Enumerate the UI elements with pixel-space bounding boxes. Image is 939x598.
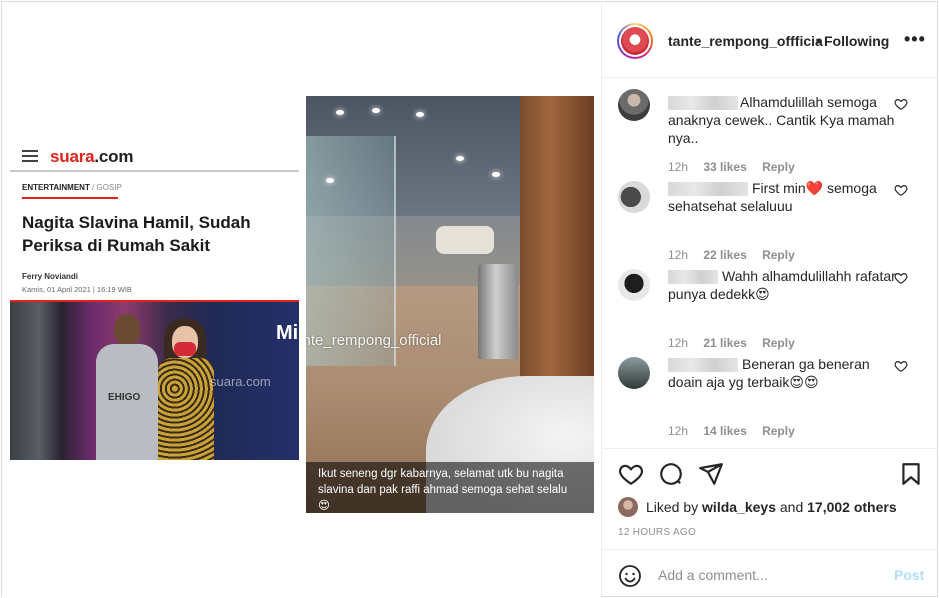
article-photo: Mi EHIGO suara.com (10, 302, 299, 460)
comments-list[interactable]: Alhamdulillah semoga anaknya cewek.. Can… (602, 79, 938, 448)
more-options-icon[interactable]: ••• (904, 29, 926, 50)
instagram-post-modal: suara.com ENTERTAINMENT / GOSIP Nagita S… (1, 1, 938, 598)
comment-like-heart-icon[interactable] (894, 183, 908, 197)
video-frame: tante_rempong_official Ikut seneng dgr k… (306, 96, 594, 513)
following-button[interactable]: Following (824, 33, 889, 49)
comment-like-heart-icon[interactable] (894, 97, 908, 111)
news-article-screenshot: suara.com ENTERTAINMENT / GOSIP Nagita S… (10, 139, 299, 460)
comment-time: 12h (668, 424, 689, 438)
commenter-avatar[interactable] (618, 181, 650, 213)
comment-meta: 12h 33 likes Reply (668, 160, 807, 174)
post-media[interactable]: suara.com ENTERTAINMENT / GOSIP Nagita S… (2, 2, 601, 598)
comment-like-heart-icon[interactable] (894, 271, 908, 285)
comment-text: First min❤️ semoga sehatsehat selaluuu (668, 180, 877, 214)
comment-item: Beneran ga beneran doain aja yg terbaik😍… (602, 351, 938, 439)
share-send-icon[interactable] (698, 461, 724, 487)
comment-likes[interactable]: 21 likes (703, 336, 746, 350)
add-comment-bar: Post (602, 549, 938, 598)
comment-meta: 12h 21 likes Reply (668, 336, 807, 350)
comment-meta: 12h 14 likes Reply (668, 424, 807, 438)
liker-username[interactable]: wilda_keys (702, 499, 776, 515)
photo-person-woman (156, 318, 216, 460)
article-author: Ferry Noviandi (22, 272, 79, 281)
category-underline (22, 197, 118, 199)
reply-button[interactable]: Reply (762, 160, 795, 174)
video-watermark: tante_rempong_official (306, 332, 442, 349)
comment-text: Wahh alhamdulillahh rafatar punya dedekk… (668, 268, 896, 302)
hamburger-menu-icon (22, 150, 38, 162)
article-category: ENTERTAINMENT / GOSIP (22, 183, 122, 192)
save-bookmark-icon[interactable] (898, 461, 924, 487)
photo-banner-text: Mi (276, 322, 299, 344)
post-button[interactable]: Post (894, 567, 924, 583)
liker-avatar[interactable] (618, 497, 638, 517)
post-header: tante_rempong_offficia • Following ••• (602, 2, 938, 78)
like-heart-icon[interactable] (618, 461, 644, 487)
account-username[interactable]: tante_rempong_offficia (668, 33, 823, 49)
commenter-avatar[interactable] (618, 89, 650, 121)
others-count[interactable]: 17,002 others (807, 499, 897, 515)
comment-item: First min❤️ semoga sehatsehat selaluuu 1… (602, 175, 938, 263)
comment-text: Beneran ga beneran doain aja yg terbaik😍… (668, 356, 870, 390)
comment-time: 12h (668, 336, 689, 350)
emoji-smiley-icon[interactable] (618, 564, 642, 588)
commenter-avatar[interactable] (618, 357, 650, 389)
separator-dot: • (816, 33, 821, 49)
comment-likes[interactable]: 14 likes (703, 424, 746, 438)
video-caption: Ikut seneng dgr kabarnya, selamat utk bu… (306, 462, 594, 513)
suara-logo: suara.com (50, 147, 134, 166)
comment-item: Alhamdulillah semoga anaknya cewek.. Can… (602, 79, 938, 174)
article-date: Kamis, 01 April 2021 | 16:19 WIB (22, 285, 132, 294)
photo-watermark: suara.com (210, 374, 271, 389)
comment-time: 12h (668, 248, 689, 262)
comment-text: Alhamdulillah semoga anaknya cewek.. Can… (668, 94, 895, 146)
commenter-avatar[interactable] (618, 269, 650, 301)
post-sidebar: tante_rempong_offficia • Following ••• A… (601, 2, 938, 598)
article-headline: Nagita Slavina Hamil, Sudah Periksa di R… (22, 213, 251, 255)
photo-shirt-text: EHIGO (108, 392, 141, 403)
photo-person-man: EHIGO (96, 314, 158, 460)
reply-button[interactable]: Reply (762, 336, 795, 350)
comment-likes[interactable]: 22 likes (703, 248, 746, 262)
comment-input[interactable] (658, 564, 878, 586)
post-actions: Liked by wilda_keys and 17,002 others 12… (602, 448, 938, 548)
reply-button[interactable]: Reply (762, 424, 795, 438)
comment-likes[interactable]: 33 likes (703, 160, 746, 174)
account-avatar[interactable] (617, 23, 653, 59)
comment-time: 12h (668, 160, 689, 174)
trash-bin (478, 264, 518, 359)
reply-button[interactable]: Reply (762, 248, 795, 262)
liked-by-text[interactable]: Liked by wilda_keys and 17,002 others (646, 499, 897, 515)
post-timestamp[interactable]: 12 HOURS AGO (618, 527, 696, 538)
comment-item: Wahh alhamdulillahh rafatar punya dedekk… (602, 263, 938, 351)
comment-like-heart-icon[interactable] (894, 359, 908, 373)
comment-meta: 12h 22 likes Reply (668, 248, 807, 262)
comment-bubble-icon[interactable] (658, 461, 684, 487)
article-topbar: suara.com (10, 139, 299, 172)
